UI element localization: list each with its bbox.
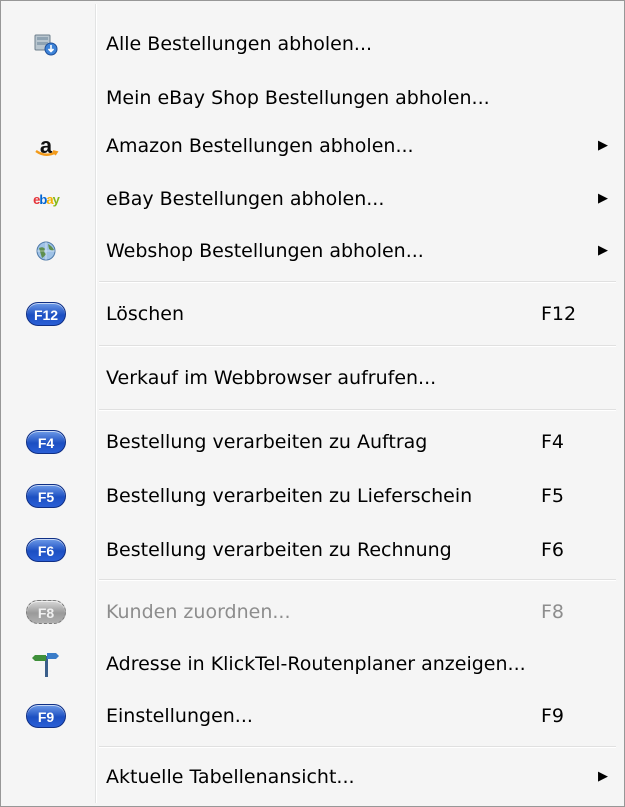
menu-item-label: Verkauf im Webbrowser aufrufen...	[106, 367, 437, 389]
menu-item-einstellungen[interactable]: F9 Einstellungen... F9	[1, 695, 624, 737]
shortcut-text: F12	[541, 303, 577, 325]
menu-item-label: Löschen	[106, 303, 184, 325]
f5-key-icon: F5	[19, 475, 73, 517]
menu-item-label: eBay Bestellungen abholen...	[106, 188, 385, 210]
menu-item-label: Einstellungen...	[106, 705, 253, 727]
menu-item-amazon-bestellungen[interactable]: a Amazon Bestellungen abholen... ▶	[1, 125, 624, 167]
f9-key-icon: F9	[19, 695, 73, 737]
menu-item-verkauf-webbrowser[interactable]: Verkauf im Webbrowser aufrufen...	[1, 357, 624, 399]
ebay-icon: ebay	[33, 191, 60, 207]
menu-item-verarbeiten-lieferschein[interactable]: F5 Bestellung verarbeiten zu Lieferschei…	[1, 475, 624, 517]
server-download-icon	[19, 23, 73, 65]
menu-separator	[99, 345, 616, 347]
submenu-arrow-icon: ▶	[598, 243, 608, 258]
shortcut-text: F4	[541, 431, 565, 453]
menu-item-ebay-bestellungen[interactable]: ebay eBay Bestellungen abholen... ▶	[1, 178, 624, 220]
menu-item-label: Bestellung verarbeiten zu Lieferschein	[106, 485, 473, 507]
menu-item-label: Aktuelle Tabellenansicht...	[106, 766, 355, 788]
menu-item-kunden-zuordnen[interactable]: F8 Kunden zuordnen... F8	[1, 591, 624, 633]
f6-key-icon: F6	[19, 529, 73, 571]
menu-item-mein-ebay-shop[interactable]: Mein eBay Shop Bestellungen abholen...	[1, 77, 624, 119]
f8-key-icon: F8	[19, 591, 73, 633]
shortcut-text: F8	[541, 601, 565, 623]
menu-item-label: Mein eBay Shop Bestellungen abholen...	[106, 87, 490, 109]
menu-item-label: Kunden zuordnen...	[106, 601, 291, 623]
menu-item-label: Alle Bestellungen abholen...	[106, 33, 373, 55]
f12-key-icon: F12	[19, 293, 73, 335]
context-menu: Alle Bestellungen abholen... Mein eBay S…	[0, 0, 625, 807]
menu-item-label: Adresse in KlickTel-Routenplaner anzeige…	[106, 653, 526, 675]
menu-item-aktuelle-tabellenansicht[interactable]: Aktuelle Tabellenansicht... ▶	[1, 756, 624, 798]
menu-item-klicktel-routenplaner[interactable]: Adresse in KlickTel-Routenplaner anzeige…	[1, 643, 624, 685]
menu-item-label: Bestellung verarbeiten zu Auftrag	[106, 431, 428, 453]
menu-item-label: Amazon Bestellungen abholen...	[106, 135, 414, 157]
submenu-arrow-icon: ▶	[598, 769, 608, 784]
globe-icon	[19, 230, 73, 272]
menu-item-verarbeiten-rechnung[interactable]: F6 Bestellung verarbeiten zu Rechnung F6	[1, 529, 624, 571]
shortcut-text: F6	[541, 539, 565, 561]
amazon-icon: a	[19, 125, 73, 167]
menu-item-label: Webshop Bestellungen abholen...	[106, 240, 424, 262]
f4-key-icon: F4	[19, 421, 73, 463]
menu-separator	[99, 746, 616, 748]
menu-separator	[99, 281, 616, 283]
menu-separator	[99, 409, 616, 411]
menu-item-label: Bestellung verarbeiten zu Rechnung	[106, 539, 452, 561]
menu-item-webshop-bestellungen[interactable]: Webshop Bestellungen abholen... ▶	[1, 230, 624, 272]
shortcut-text: F5	[541, 485, 565, 507]
menu-item-verarbeiten-auftrag[interactable]: F4 Bestellung verarbeiten zu Auftrag F4	[1, 421, 624, 463]
signpost-icon	[19, 643, 73, 685]
menu-item-loeschen[interactable]: F12 Löschen F12	[1, 293, 624, 335]
submenu-arrow-icon: ▶	[598, 191, 608, 206]
shortcut-text: F9	[541, 705, 565, 727]
menu-item-alle-bestellungen[interactable]: Alle Bestellungen abholen...	[1, 23, 624, 65]
menu-separator	[99, 579, 616, 581]
submenu-arrow-icon: ▶	[598, 138, 608, 153]
